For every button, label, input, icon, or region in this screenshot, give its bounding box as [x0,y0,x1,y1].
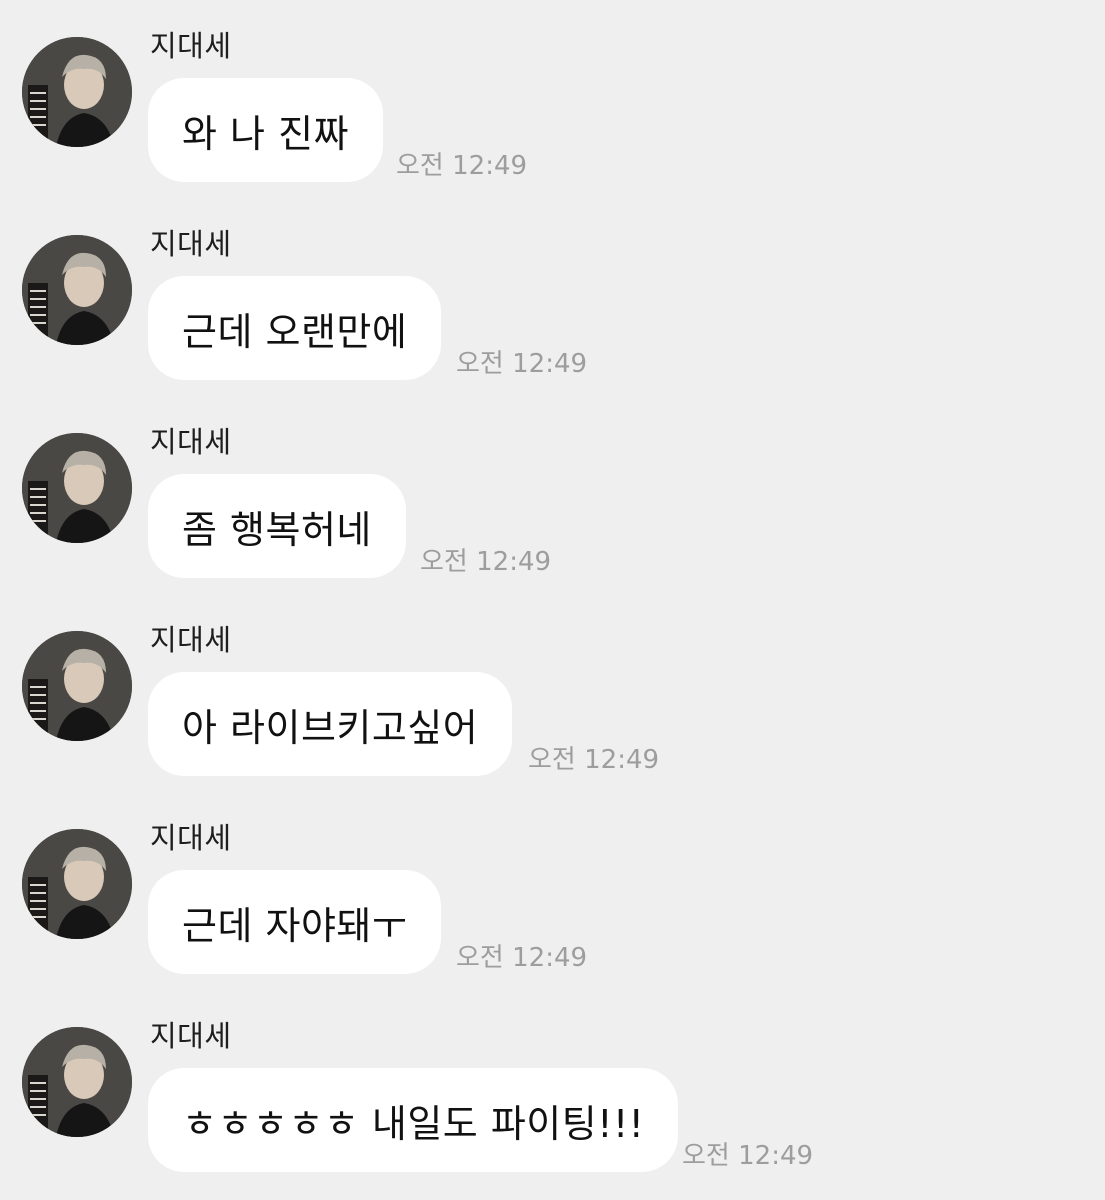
avatar-photo [22,37,132,147]
avatar-photo [22,631,132,741]
message-timestamp: 오전 12:49 [456,349,588,379]
message-timestamp: 오전 12:49 [528,745,660,775]
avatar-photo [22,433,132,543]
message-row: 지대세 아 라이브키고싶어 오전 12:49 [0,594,1105,776]
message-row: 지대세 근데 자야돼ㅜ 오전 12:49 [0,792,1105,974]
sender-name: 지대세 [150,29,232,63]
avatar[interactable] [22,829,132,939]
message-timestamp: 오전 12:49 [396,151,528,181]
sender-name: 지대세 [150,227,232,261]
chat-message-list: 지대세 와 나 진짜 오전 12:49 지대세 근데 오랜만에 오전 12:49 [0,0,1105,1200]
avatar-photo [22,829,132,939]
sender-name: 지대세 [150,821,232,855]
sender-name: 지대세 [150,425,232,459]
message-text: 근데 자야돼ㅜ [182,903,408,948]
avatar-photo [22,1027,132,1137]
avatar[interactable] [22,631,132,741]
message-row: 지대세 근데 오랜만에 오전 12:49 [0,198,1105,380]
message-bubble[interactable]: 아 라이브키고싶어 [148,672,513,776]
avatar[interactable] [22,1027,132,1137]
sender-name: 지대세 [150,623,232,657]
message-row: 지대세 와 나 진짜 오전 12:49 [0,0,1105,182]
message-bubble[interactable]: 근데 오랜만에 [148,276,442,380]
avatar[interactable] [22,433,132,543]
message-text: 아 라이브키고싶어 [182,705,479,750]
message-timestamp: 오전 12:49 [682,1141,814,1171]
sender-name: 지대세 [150,1019,232,1053]
message-timestamp: 오전 12:49 [420,547,552,577]
message-bubble[interactable]: ㅎㅎㅎㅎㅎ 내일도 파이팅!!! [148,1068,679,1172]
message-row: 지대세 ㅎㅎㅎㅎㅎ 내일도 파이팅!!! 오전 12:49 [0,990,1105,1172]
avatar[interactable] [22,235,132,345]
avatar-photo [22,235,132,345]
message-bubble[interactable]: 근데 자야돼ㅜ [148,870,442,974]
message-bubble[interactable]: 좀 행복허네 [148,474,406,578]
message-text: 와 나 진짜 [182,111,349,156]
message-text: 근데 오랜만에 [182,309,408,354]
avatar[interactable] [22,37,132,147]
message-timestamp: 오전 12:49 [456,943,588,973]
message-bubble[interactable]: 와 나 진짜 [148,78,383,182]
message-text: 좀 행복허네 [182,507,372,552]
message-row: 지대세 좀 행복허네 오전 12:49 [0,396,1105,578]
message-text: ㅎㅎㅎㅎㅎ 내일도 파이팅!!! [182,1101,645,1146]
